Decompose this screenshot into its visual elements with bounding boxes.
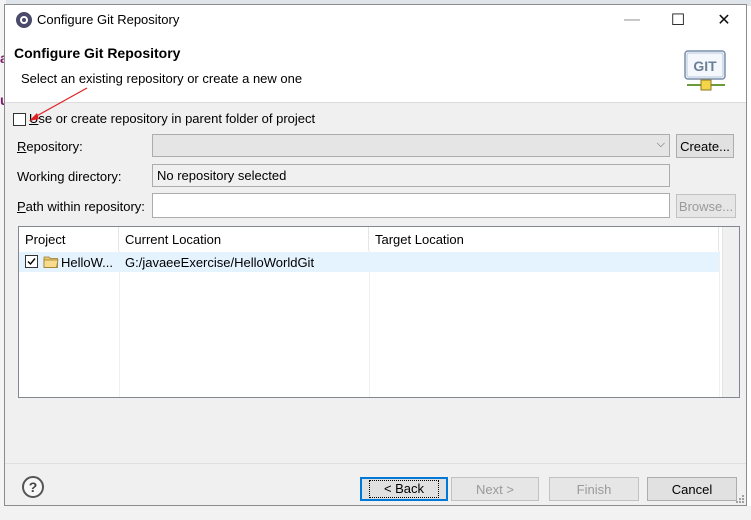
browse-button[interactable]: Browse... <box>676 194 736 218</box>
column-divider <box>369 251 370 397</box>
close-button[interactable]: ✕ <box>701 5 747 35</box>
repository-combo[interactable]: ⌵ <box>152 134 670 157</box>
background-bottom-text <box>0 506 751 520</box>
back-button[interactable]: < Back <box>360 477 448 501</box>
column-divider <box>719 251 720 397</box>
minimize-button[interactable]: — <box>609 5 655 35</box>
project-name: HelloW... <box>61 255 114 270</box>
working-directory-label: Working directory: <box>17 169 122 184</box>
chevron-down-icon: ⌵ <box>656 138 665 150</box>
column-header-current-location[interactable]: Current Location <box>119 227 369 251</box>
repository-label: Repository: <box>17 139 83 154</box>
next-button[interactable]: Next > <box>451 477 539 501</box>
git-logo-text: GIT <box>693 58 717 74</box>
maximize-button[interactable]: ☐ <box>655 5 701 35</box>
title-bar: Configure Git Repository — ☐ ✕ <box>5 5 746 35</box>
column-header-project[interactable]: Project <box>19 227 119 251</box>
checkmark-icon <box>27 258 36 266</box>
project-table: Project Current Location Target Location… <box>18 226 740 398</box>
create-button[interactable]: Create... <box>676 134 734 158</box>
column-divider <box>119 251 120 397</box>
table-row[interactable]: HelloW... G:/javaeeExercise/HelloWorldGi… <box>19 252 719 272</box>
footer-separator <box>5 463 746 464</box>
minimize-icon: — <box>624 11 640 28</box>
working-directory-field: No repository selected <box>152 164 670 187</box>
page-title: Configure Git Repository <box>14 45 181 61</box>
path-within-repository-input[interactable] <box>152 193 670 218</box>
annotation-arrow-icon <box>29 87 88 121</box>
window-title: Configure Git Repository <box>37 12 180 27</box>
project-row-checkbox[interactable] <box>25 255 38 268</box>
close-icon: ✕ <box>717 12 731 29</box>
eclipse-gear-icon <box>16 12 32 28</box>
cancel-button[interactable]: Cancel <box>647 477 737 501</box>
configure-git-dialog: Configure Git Repository — ☐ ✕ Configure… <box>4 4 747 506</box>
git-logo-icon: GIT <box>684 50 726 91</box>
back-button-label: < Back <box>368 480 440 498</box>
table-scrollbar[interactable] <box>722 227 739 397</box>
path-within-repository-label: Path within repository: <box>17 199 145 214</box>
finish-button[interactable]: Finish <box>549 477 639 501</box>
page-description: Select an existing repository or create … <box>21 71 303 86</box>
help-icon[interactable]: ? <box>22 476 44 498</box>
maximize-icon: ☐ <box>670 12 686 29</box>
current-location: G:/javaeeExercise/HelloWorldGit <box>125 255 315 270</box>
column-header-target-location[interactable]: Target Location <box>369 227 719 251</box>
resize-grip-icon[interactable] <box>734 493 744 503</box>
wizard-header: Configure Git Repository Select an exist… <box>5 35 746 103</box>
project-folder-icon <box>43 256 59 268</box>
